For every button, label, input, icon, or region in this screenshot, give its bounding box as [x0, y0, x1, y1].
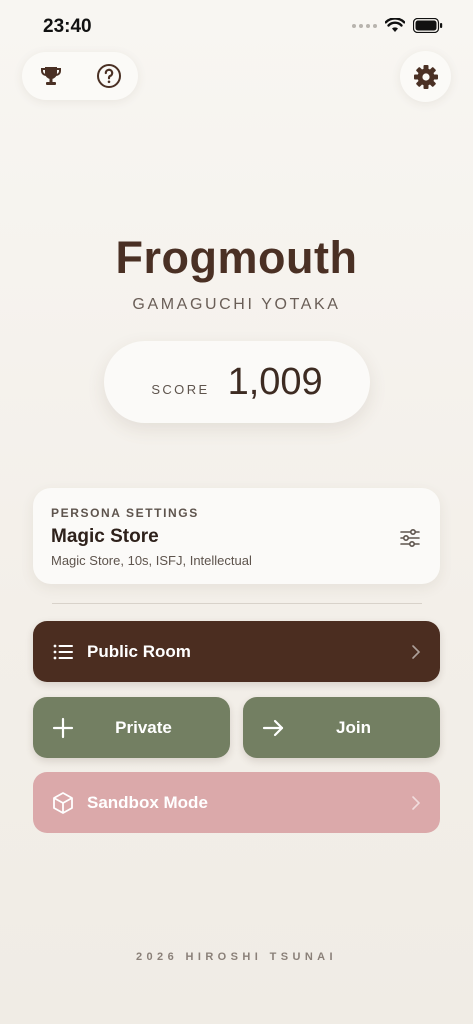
chevron-right-icon: [412, 796, 421, 810]
app-title: Frogmouth: [115, 232, 358, 283]
status-time: 23:40: [43, 16, 92, 37]
status-icons: [352, 18, 443, 33]
sliders-icon[interactable]: [398, 526, 422, 550]
score-value: 1,009: [227, 360, 323, 403]
sandbox-mode-label: Sandbox Mode: [87, 792, 208, 812]
score-card: SCORE 1,009: [104, 341, 370, 423]
persona-settings-label: PERSONA SETTINGS: [51, 506, 199, 520]
app-screen: 23:40 Frogmouth GAMAGUCHI YOTAKA SCORE 1…: [0, 0, 473, 1024]
persona-description: Magic Store, 10s, ISFJ, Intellectual: [51, 553, 252, 568]
question-circle-icon: [97, 64, 121, 88]
app-subtitle: GAMAGUCHI YOTAKA: [132, 296, 341, 313]
sandbox-mode-button[interactable]: Sandbox Mode: [33, 772, 440, 833]
help-button[interactable]: [91, 58, 127, 94]
private-room-button[interactable]: Private: [33, 697, 230, 758]
battery-icon: [413, 18, 443, 33]
cellular-signal-icon: [352, 23, 377, 28]
settings-button[interactable]: [400, 51, 451, 102]
persona-name: Magic Store: [51, 526, 159, 547]
score-label: SCORE: [151, 381, 210, 397]
divider: [52, 603, 422, 604]
join-button[interactable]: Join: [243, 697, 440, 758]
gear-icon: [413, 64, 438, 89]
trophy-button[interactable]: [33, 58, 69, 94]
public-room-label: Public Room: [87, 641, 191, 661]
chevron-right-icon: [412, 645, 421, 659]
trophy-icon: [41, 67, 61, 85]
public-room-button[interactable]: Public Room: [33, 621, 440, 682]
list-icon: [53, 644, 73, 660]
footer-credit: 2026 HIROSHI TSUNAI: [136, 951, 337, 963]
top-left-toolbar: [22, 52, 138, 100]
join-label: Join: [336, 717, 371, 737]
private-label: Private: [115, 717, 172, 737]
cube-icon: [53, 792, 73, 814]
persona-settings-card[interactable]: PERSONA SETTINGS Magic Store Magic Store…: [33, 488, 440, 584]
wifi-icon: [385, 18, 405, 32]
